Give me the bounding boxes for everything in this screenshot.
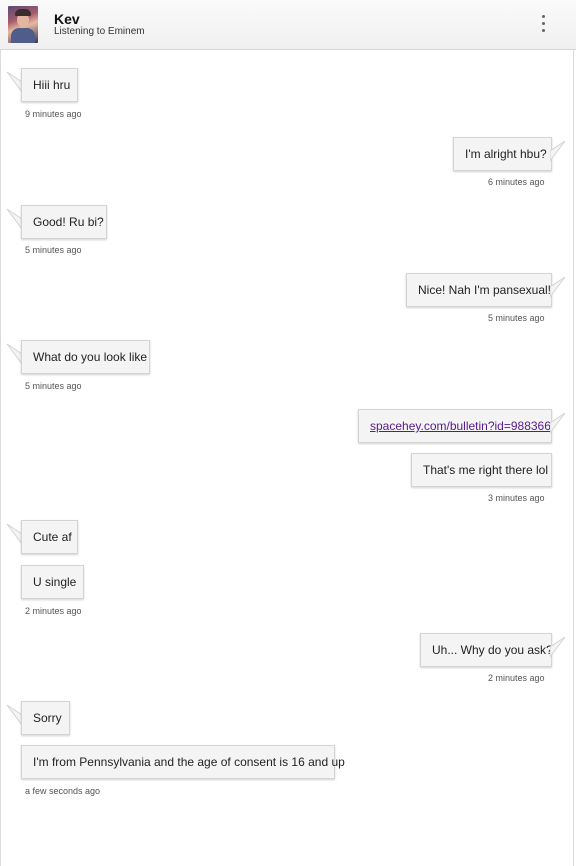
message-received: Good! Ru bi? [21,205,107,239]
chat-header: Kev Listening to Eminem [0,0,576,50]
message-received: Sorry [21,701,70,735]
message-sent: Nice! Nah I'm pansexual! [406,273,552,307]
more-options-icon[interactable] [536,12,552,36]
avatar-hair [15,9,31,16]
message-timestamp: 5 minutes ago [25,245,82,255]
bubble-tail-right [550,412,566,434]
bubble-tail-left [6,523,22,545]
message-timestamp: 6 minutes ago [488,177,545,187]
bubble-tail-right [550,636,566,658]
bubble-tail-left [6,208,22,230]
message-timestamp: 3 minutes ago [488,493,545,503]
bubble-tail-left [6,71,22,93]
message-timestamp: a few seconds ago [25,786,101,796]
contact-status: Listening to Eminem [54,26,145,37]
message-received: Hiii hru [21,68,78,102]
message-sent: I'm alright hbu? [453,137,552,171]
message-received: I'm from Pennsylvania and the age of con… [21,745,345,779]
bulletin-link[interactable]: spacehey.com/bulletin?id=988366 [370,419,551,433]
message-received: What do you look like [21,340,150,374]
message-sent: spacehey.com/bulletin?id=988366 [358,409,552,443]
bubble-tail-right [550,276,566,298]
message-received: U single [21,565,84,599]
message-received: Cute af [21,520,78,554]
bubble-tail-right [550,140,566,162]
message-timestamp: 2 minutes ago [25,606,82,616]
message-timestamp: 5 minutes ago [25,381,82,391]
contact-name[interactable]: Kev [54,11,80,27]
message-timestamp: 2 minutes ago [488,673,545,683]
message-sent: Uh... Why do you ask? [420,633,553,667]
avatar[interactable] [8,6,38,43]
message-timestamp: 5 minutes ago [488,313,545,323]
bubble-tail-left [6,704,22,726]
avatar-body [11,28,35,43]
message-sent: That's me right there lol [411,453,552,487]
bubble-tail-left [6,343,22,365]
message-timestamp: 9 minutes ago [25,109,82,119]
